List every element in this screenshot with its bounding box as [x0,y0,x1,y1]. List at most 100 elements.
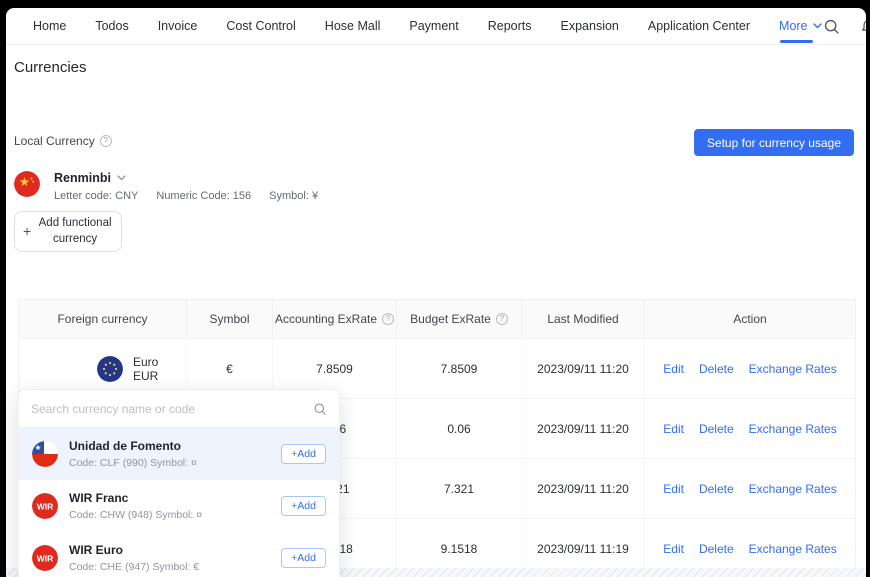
edit-link[interactable]: Edit [663,422,684,436]
budget-exrate-help-icon[interactable]: ? [496,313,508,325]
local-currency-name: Renminbi [54,171,111,185]
edit-link[interactable]: Edit [663,482,684,496]
edit-link[interactable]: Edit [663,362,684,376]
svg-text:WIR: WIR [37,502,54,512]
local-currency-label-row: Local Currency ? [14,134,112,148]
accounting-value: 7.8509 [316,362,353,376]
header-action: Action [645,300,855,338]
delete-link[interactable]: Delete [699,422,734,436]
setup-currency-usage-button[interactable]: Setup for currency usage [694,129,854,156]
nav-item-hose-mall[interactable]: Hose Mall [325,19,381,33]
currency-search-input[interactable] [31,402,313,416]
add-functional-currency-label: Add functional currency [37,216,113,247]
app-window: Home Todos Invoice Cost Control Hose Mal… [6,8,866,577]
delete-link[interactable]: Delete [699,362,734,376]
dropdown-item-wir-euro[interactable]: WIR WIR Euro Code: CHE (947) Symbol: € +… [19,532,339,577]
edit-link[interactable]: Edit [663,542,684,556]
search-icon[interactable] [822,16,842,36]
exchange-rates-link[interactable]: Exchange Rates [749,542,837,556]
dropdown-item-detail: Code: CLF (990) Symbol: ¤ [69,457,197,469]
delete-link[interactable]: Delete [699,482,734,496]
dropdown-item-detail: Code: CHW (948) Symbol: ¤ [69,509,202,521]
local-currency-help-icon[interactable]: ? [100,135,112,147]
dropdown-item-name: WIR Euro [69,543,199,557]
header-last-modified: Last Modified [522,300,645,338]
page-title: Currencies [14,59,87,76]
nav-item-more[interactable]: More [779,19,821,33]
header-label: Action [733,312,766,326]
top-nav: Home Todos Invoice Cost Control Hose Mal… [6,8,866,45]
cell-budget-exrate: 7.321 [397,459,522,518]
delete-link[interactable]: Delete [699,542,734,556]
cell-budget-exrate: 7.8509 [397,339,522,398]
modified-value: 2023/09/11 11:20 [537,362,629,376]
nav-item-todos[interactable]: Todos [95,19,128,33]
header-budget-exrate: Budget ExRate? [397,300,522,338]
letter-code: Letter code: CNY [54,190,138,202]
active-tab-underline [780,40,813,43]
cell-budget-exrate: 0.06 [397,399,522,458]
dropdown-item-wir-franc[interactable]: WIR WIR Franc Code: CHW (948) Symbol: ¤ … [19,480,339,532]
header-symbol: Symbol [187,300,273,338]
cell-last-modified: 2023/09/11 11:20 [522,399,645,458]
table-header-row: Foreign currency Symbol Accounting ExRat… [19,300,855,338]
action-links: Edit Delete Exchange Rates [663,422,836,436]
dropdown-item-name: Unidad de Fomento [69,439,197,453]
modified-value: 2023/09/11 11:19 [537,542,629,556]
action-links: Edit Delete Exchange Rates [663,362,836,376]
add-currency-button[interactable]: +Add [281,548,326,568]
header-label: Foreign currency [57,312,147,326]
cell-action: Edit Delete Exchange Rates [645,459,855,518]
chile-flag-icon [32,441,58,467]
budget-value: 9.1518 [441,542,478,556]
currency-symbol: Symbol: ¥ [269,190,318,202]
dropdown-item-detail: Code: CHE (947) Symbol: € [69,561,199,573]
dropdown-item-text: Unidad de Fomento Code: CLF (990) Symbol… [69,439,197,469]
add-currency-button[interactable]: +Add [281,444,326,464]
currency-name: Euro EUR [133,355,186,383]
cell-action: Edit Delete Exchange Rates [645,339,855,398]
exchange-rates-link[interactable]: Exchange Rates [749,422,837,436]
cell-last-modified: 2023/09/11 11:20 [522,459,645,518]
modified-value: 2023/09/11 11:20 [537,482,629,496]
action-links: Edit Delete Exchange Rates [663,482,836,496]
nav-item-expansion[interactable]: Expansion [561,19,619,33]
exchange-rates-link[interactable]: Exchange Rates [749,362,837,376]
page-content: Currencies Local Currency ? Setup for cu… [6,45,866,577]
nav-item-cost-control[interactable]: Cost Control [226,19,295,33]
nav-item-more-label: More [779,19,807,33]
budget-value: 7.8509 [441,362,478,376]
nav-item-reports[interactable]: Reports [488,19,532,33]
dropdown-item-name: WIR Franc [69,491,202,505]
add-functional-currency-button[interactable]: + Add functional currency [14,211,122,252]
header-label: Budget ExRate [410,312,491,326]
local-currency-codes: Letter code: CNY Numeric Code: 156 Symbo… [54,190,318,202]
local-currency-block: Renminbi Letter code: CNY Numeric Code: … [14,171,318,202]
nav-item-payment[interactable]: Payment [409,19,458,33]
nav-item-home[interactable]: Home [33,19,66,33]
cell-action: Edit Delete Exchange Rates [645,399,855,458]
nav-items: Home Todos Invoice Cost Control Hose Mal… [33,19,822,33]
nav-item-invoice[interactable]: Invoice [158,19,198,33]
budget-value: 0.06 [447,422,470,436]
header-foreign-currency: Foreign currency [19,300,187,338]
chevron-down-icon [117,175,126,181]
header-label: Accounting ExRate [275,312,377,326]
header-label: Last Modified [547,312,618,326]
china-flag-icon [14,171,40,197]
add-currency-button[interactable]: +Add [281,496,326,516]
dropdown-item-unidad-de-fomento[interactable]: Unidad de Fomento Code: CLF (990) Symbol… [19,428,339,480]
modified-value: 2023/09/11 11:20 [537,422,629,436]
local-currency-name-row[interactable]: Renminbi [54,171,318,185]
plus-icon: + [23,222,31,241]
budget-value: 7.321 [444,482,474,496]
notifications-bell-icon[interactable]: 16 [859,16,866,36]
exchange-rates-link[interactable]: Exchange Rates [749,482,837,496]
header-label: Symbol [209,312,249,326]
nav-item-application-center[interactable]: Application Center [648,19,750,33]
wir-logo-icon: WIR [32,493,58,519]
symbol-value: € [226,362,233,376]
numeric-code: Numeric Code: 156 [156,190,251,202]
currency-search-dropdown: Unidad de Fomento Code: CLF (990) Symbol… [18,389,340,577]
accounting-exrate-help-icon[interactable]: ? [382,313,394,325]
